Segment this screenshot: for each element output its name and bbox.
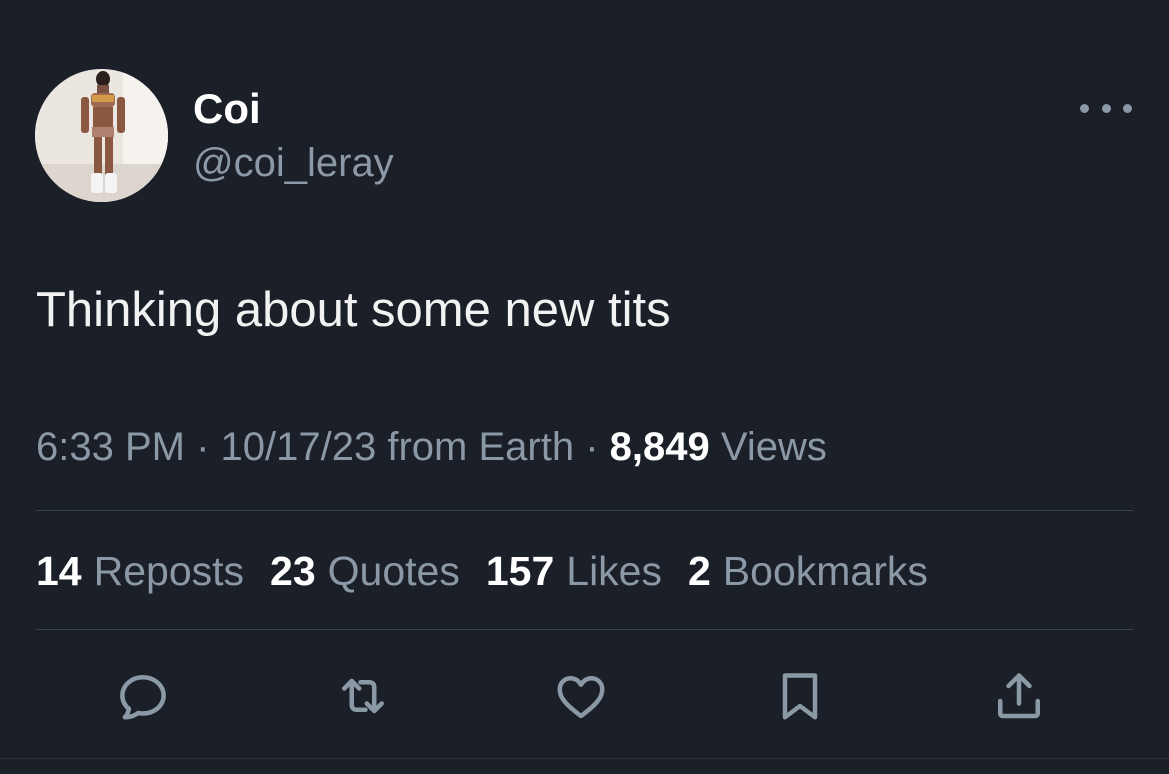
bookmark-icon [782,673,818,720]
quotes-count: 23 [270,548,316,594]
profile-photo-icon [35,69,168,202]
views-label: Views [720,425,827,469]
bookmarks-label: Bookmarks [722,548,928,594]
reposts-label: Reposts [93,548,245,594]
reposts-stat[interactable]: 14 Reposts [36,546,244,596]
action-bar [0,664,1169,728]
likes-stat[interactable]: 157 Likes [486,546,662,596]
quotes-label: Quotes [327,548,460,594]
reposts-count: 14 [36,548,82,594]
avatar[interactable] [35,69,168,202]
more-dot [1101,103,1111,113]
likes-label: Likes [566,548,662,594]
share-button[interactable] [987,664,1051,728]
reply-button[interactable] [111,664,175,728]
more-options-icon[interactable] [1080,88,1132,128]
meta-separator: · [196,425,210,469]
divider [36,510,1133,511]
tweet-text: Thinking about some new tits [36,283,671,337]
quotes-stat[interactable]: 23 Quotes [270,546,460,596]
bookmark-button[interactable] [768,664,832,728]
tweet-source: from Earth [387,425,575,469]
like-button[interactable] [549,664,613,728]
display-name[interactable]: Coi [193,84,261,134]
tweet-detail: Coi @coi_leray Thinking about some new t… [0,0,1169,774]
heart-icon [557,676,605,719]
tweet-time[interactable]: 6:33 PM [36,425,185,469]
share-icon [998,673,1040,719]
bottom-border [0,758,1169,759]
more-dot [1080,103,1089,113]
more-dot [1123,103,1132,113]
divider [36,629,1133,630]
bookmarks-count: 2 [687,548,711,594]
bookmarks-stat[interactable]: 2 Bookmarks [688,546,928,596]
repost-icon [342,678,384,714]
likes-count: 157 [485,548,555,594]
repost-button[interactable] [331,664,395,728]
reply-icon [120,675,166,720]
meta-separator: · [585,425,599,469]
views-count: 8,849 [609,425,710,469]
tweet-date[interactable]: 10/17/23 [221,425,377,469]
tweet-meta: 6:33 PM · 10/17/23 from Earth · 8,849 Vi… [36,422,827,472]
user-handle[interactable]: @coi_leray [193,138,394,188]
engagement-stats: 14 Reposts 23 Quotes 157 Likes 2 Bookmarks [36,546,928,596]
